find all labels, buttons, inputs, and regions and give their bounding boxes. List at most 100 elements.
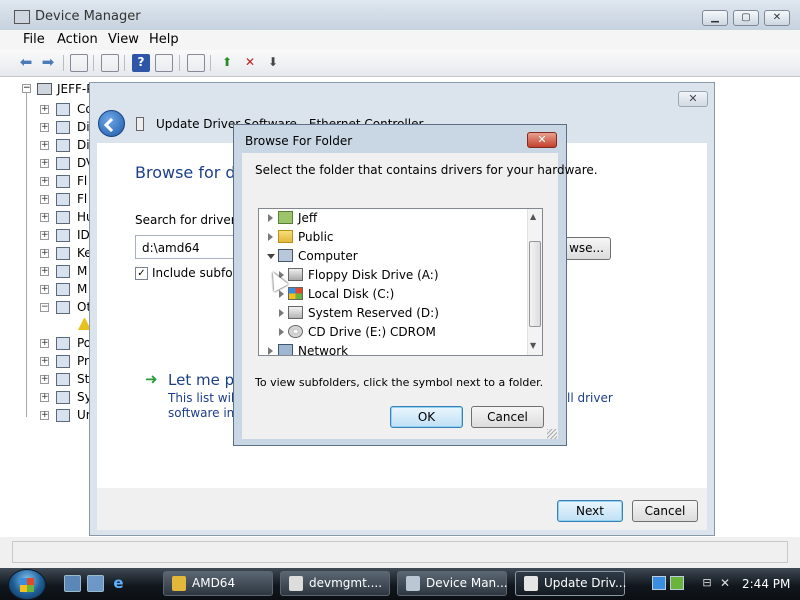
green-arrow-icon: ➜ bbox=[145, 370, 158, 388]
floppy-drive-icon bbox=[288, 268, 303, 281]
device-icon bbox=[56, 211, 70, 224]
update-driver-icon[interactable]: ⬆ bbox=[218, 54, 236, 72]
disable-icon[interactable]: ⬇ bbox=[264, 54, 282, 72]
action-center-icon[interactable] bbox=[670, 576, 684, 590]
show-hidden-icon[interactable] bbox=[101, 54, 119, 72]
cancel-button[interactable]: Cancel bbox=[632, 500, 698, 522]
expand-arrow-icon[interactable] bbox=[268, 233, 273, 241]
network-icon bbox=[278, 344, 293, 355]
internet-explorer-icon[interactable]: e bbox=[110, 575, 127, 592]
clock[interactable]: 2:44 PM bbox=[742, 577, 790, 591]
close-button[interactable]: ✕ bbox=[678, 91, 708, 107]
folder-item-floppy-drive[interactable]: Floppy Disk Drive (A:) bbox=[259, 266, 529, 285]
next-button[interactable]: Next bbox=[557, 500, 623, 522]
scroll-down-icon[interactable]: ▼ bbox=[530, 341, 536, 350]
cd-drive-icon bbox=[288, 325, 303, 338]
collapse-arrow-icon[interactable] bbox=[267, 254, 275, 259]
taskbar-item-device-manager[interactable]: Device Man... bbox=[397, 571, 508, 596]
forward-arrow-icon[interactable]: ➡ bbox=[39, 54, 57, 72]
device-icon bbox=[56, 157, 70, 170]
device-list-icon[interactable] bbox=[155, 54, 173, 72]
page-title: Browse for dri bbox=[135, 163, 247, 182]
back-arrow-icon[interactable]: ⬅ bbox=[17, 54, 35, 72]
expand-arrow-icon[interactable] bbox=[279, 290, 284, 298]
expand-toggle[interactable]: + bbox=[40, 339, 49, 348]
device-manager-icon bbox=[14, 10, 30, 24]
expand-toggle[interactable]: + bbox=[40, 141, 49, 150]
menu-file[interactable]: File bbox=[23, 32, 45, 47]
ok-button[interactable]: OK bbox=[390, 406, 463, 428]
device-manager-icon bbox=[406, 576, 420, 591]
scrollbar-thumb[interactable] bbox=[529, 241, 541, 327]
network-status-icon[interactable] bbox=[652, 576, 666, 590]
close-button[interactable]: ✕ bbox=[764, 10, 790, 26]
expand-toggle[interactable]: + bbox=[40, 177, 49, 186]
expand-arrow-icon[interactable] bbox=[279, 309, 284, 317]
uninstall-icon[interactable]: ✕ bbox=[241, 54, 259, 72]
vertical-scrollbar[interactable]: ▲ ▼ bbox=[527, 209, 542, 355]
folder-item-computer[interactable]: Computer bbox=[259, 247, 529, 266]
folder-tree[interactable]: Jeff Public Computer Floppy Disk Drive (… bbox=[258, 208, 543, 356]
expand-arrow-icon[interactable] bbox=[268, 214, 273, 222]
usb-icon bbox=[56, 409, 70, 422]
volume-muted-icon[interactable]: ✕ bbox=[718, 576, 732, 590]
back-arrow-icon[interactable] bbox=[98, 110, 125, 137]
computer-icon bbox=[37, 83, 52, 95]
toolbar-separator bbox=[179, 55, 180, 71]
taskbar-item-amd64[interactable]: AMD64 bbox=[163, 571, 273, 596]
taskbar-item-update-driver[interactable]: Update Driv... bbox=[515, 571, 626, 596]
switch-windows-icon[interactable] bbox=[87, 575, 104, 592]
expand-toggle[interactable]: + bbox=[40, 249, 49, 258]
help-icon[interactable]: ? bbox=[132, 54, 150, 72]
expand-arrow-icon[interactable] bbox=[268, 347, 273, 355]
driver-path-input[interactable]: d:\amd64 bbox=[135, 235, 245, 259]
expand-toggle[interactable]: + bbox=[40, 357, 49, 366]
folder-item-system-reserved[interactable]: System Reserved (D:) bbox=[259, 304, 529, 323]
folder-item-jeff[interactable]: Jeff bbox=[259, 209, 529, 228]
scan-hardware-icon[interactable] bbox=[187, 54, 205, 72]
expand-toggle[interactable]: + bbox=[40, 105, 49, 114]
resize-grip[interactable] bbox=[547, 429, 557, 439]
device-icon bbox=[56, 193, 70, 206]
start-button[interactable] bbox=[8, 569, 46, 600]
system-tray: ⊟ ✕ 2:44 PM bbox=[646, 568, 800, 600]
collapse-toggle[interactable]: − bbox=[22, 84, 31, 93]
expand-arrow-icon[interactable] bbox=[279, 328, 284, 336]
folder-icon bbox=[172, 576, 186, 591]
keyboard-icon bbox=[56, 247, 70, 260]
folder-item-network[interactable]: Network bbox=[259, 342, 529, 355]
properties-icon[interactable] bbox=[70, 54, 88, 72]
network-disconnected-icon[interactable]: ⊟ bbox=[700, 576, 714, 590]
include-subfolders-checkbox[interactable]: ✓ bbox=[135, 267, 148, 280]
expand-toggle[interactable]: + bbox=[40, 195, 49, 204]
menu-view[interactable]: View bbox=[108, 32, 139, 47]
system-icon bbox=[56, 391, 70, 404]
menu-help[interactable]: Help bbox=[149, 32, 179, 47]
minimize-button[interactable]: ▁ bbox=[702, 10, 728, 26]
expand-toggle[interactable]: + bbox=[40, 285, 49, 294]
pick-from-list-link[interactable]: Let me pi bbox=[168, 371, 238, 389]
taskbar-item-devmgmt[interactable]: devmgmt.... bbox=[280, 571, 390, 596]
expand-toggle[interactable]: + bbox=[40, 159, 49, 168]
expand-toggle[interactable]: + bbox=[40, 393, 49, 402]
expand-toggle[interactable]: + bbox=[40, 411, 49, 420]
expand-toggle[interactable]: + bbox=[40, 231, 49, 240]
maximize-button[interactable]: ▢ bbox=[733, 10, 759, 26]
expand-toggle[interactable]: + bbox=[40, 375, 49, 384]
port-icon bbox=[56, 337, 70, 350]
expand-toggle[interactable]: + bbox=[40, 213, 49, 222]
folder-item-public[interactable]: Public bbox=[259, 228, 529, 247]
close-button[interactable]: ✕ bbox=[527, 132, 557, 148]
show-desktop-icon[interactable] bbox=[64, 575, 81, 592]
toolbar-separator bbox=[63, 55, 64, 71]
folder-item-cd-drive[interactable]: CD Drive (E:) CDROM bbox=[259, 323, 529, 342]
pick-description: software in t bbox=[168, 406, 243, 420]
cancel-button[interactable]: Cancel bbox=[471, 406, 544, 428]
expand-toggle[interactable]: + bbox=[40, 123, 49, 132]
expand-toggle[interactable]: + bbox=[40, 267, 49, 276]
folder-item-local-disk[interactable]: Local Disk (C:) bbox=[259, 285, 529, 304]
device-icon bbox=[56, 175, 70, 188]
collapse-toggle[interactable]: − bbox=[40, 303, 49, 312]
menu-action[interactable]: Action bbox=[57, 32, 98, 47]
scroll-up-icon[interactable]: ▲ bbox=[530, 212, 536, 221]
